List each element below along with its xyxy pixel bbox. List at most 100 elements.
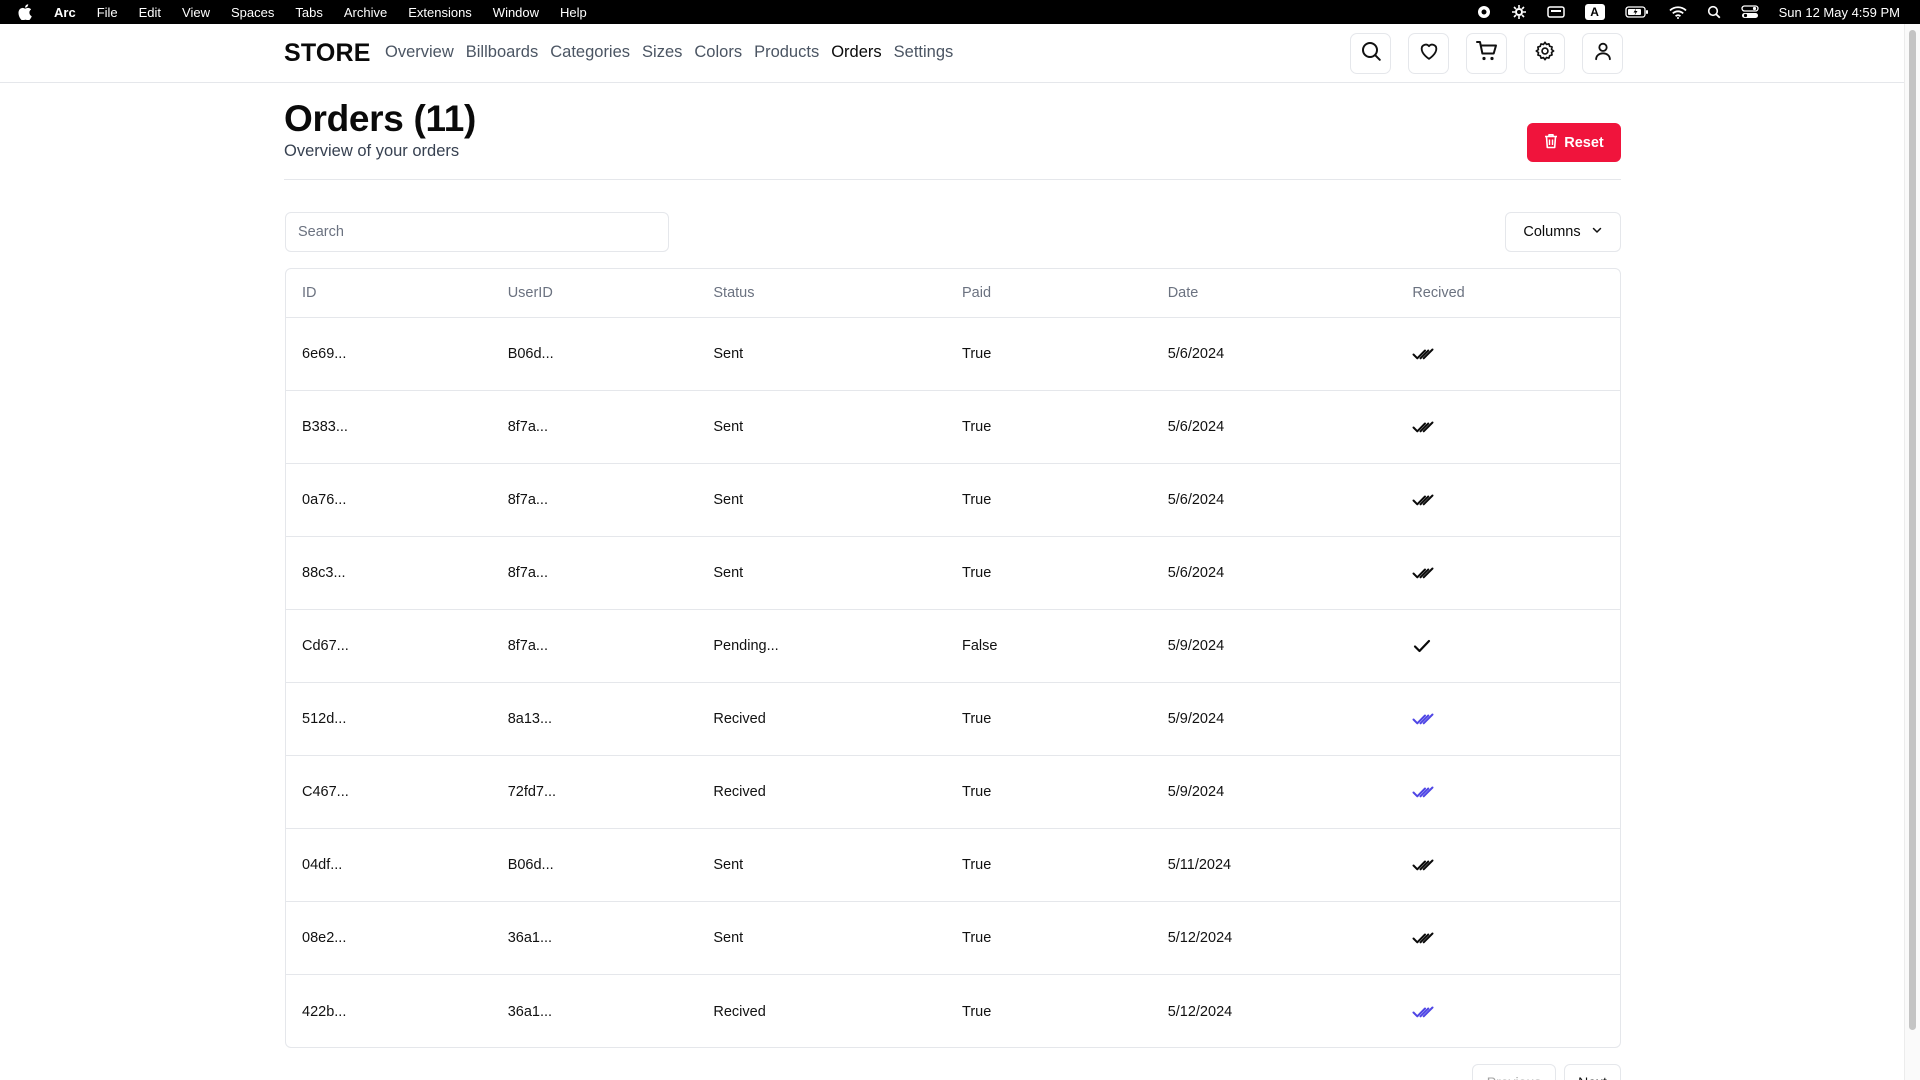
settings-button[interactable] [1524,33,1565,74]
menu-file[interactable]: File [97,5,118,20]
wifi-icon[interactable] [1668,5,1687,19]
table-row[interactable]: 04df... B06d... Sent True 5/11/2024 [286,829,1620,902]
cell-paid: True [962,930,992,946]
nav-orders[interactable]: Orders [831,43,881,62]
table-body: 6e69... B06d... Sent True 5/6/2024 B383... 8f7… [286,318,1620,1047]
nav-billboards[interactable]: Billboards [466,43,538,62]
extension-gear-icon[interactable] [1511,4,1527,20]
heart-icon [1418,40,1440,67]
menu-spaces[interactable]: Spaces [231,5,274,20]
double-check-icon[interactable] [1412,931,1620,945]
cell-paid: True [962,492,992,508]
cell-date: 5/6/2024 [1167,492,1225,508]
cell-userid: 8f7a... [507,565,548,581]
search-input[interactable] [285,212,669,252]
cell-status: Sent [713,565,744,581]
table-row[interactable]: 512d... 8a13... Recived True 5/9/2024 [286,683,1620,756]
menu-view[interactable]: View [182,5,210,20]
next-page-button[interactable]: Next [1564,1064,1621,1080]
reset-button[interactable]: Reset [1527,123,1621,162]
menu-tabs[interactable]: Tabs [295,5,322,20]
cell-paid: True [962,565,992,581]
double-check-received-icon[interactable] [1412,1005,1620,1019]
nav-sizes[interactable]: Sizes [642,43,682,62]
double-check-icon[interactable] [1412,858,1620,872]
page-title: Orders (11) [284,98,477,139]
nav-overview[interactable]: Overview [385,43,454,62]
double-check-icon[interactable] [1412,493,1620,507]
cell-paid: True [962,419,992,435]
previous-page-button[interactable]: Previous [1472,1064,1556,1080]
double-check-icon[interactable] [1412,347,1620,361]
cell-userid: 36a1... [507,930,553,946]
cell-status: Recived [713,784,766,800]
column-header-id[interactable]: ID [286,285,492,301]
cell-received [1402,1005,1620,1019]
cell-id: 422b... [302,1003,347,1020]
column-header-status[interactable]: Status [697,285,946,301]
table-row[interactable]: Cd67... 8f7a... Pending... False 5/9/2024 [286,610,1620,683]
menu-archive[interactable]: Archive [344,5,387,20]
cell-date: 5/6/2024 [1167,565,1225,581]
control-center-icon[interactable] [1740,5,1759,19]
menu-app-name[interactable]: Arc [54,5,76,20]
page-scrollbar[interactable] [1904,24,1920,1080]
account-button[interactable] [1582,33,1623,74]
keyboard-input-icon[interactable]: A [1584,4,1605,20]
column-header-userid[interactable]: UserID [492,285,698,301]
menu-help[interactable]: Help [560,5,587,20]
header-divider [284,179,1621,180]
nav-products[interactable]: Products [754,43,819,62]
cell-userid: 72fd7... [507,784,557,800]
column-header-date[interactable]: Date [1152,285,1403,301]
battery-icon[interactable] [1624,6,1649,18]
display-icon[interactable] [1546,6,1565,18]
columns-dropdown-button[interactable]: Columns [1505,212,1621,252]
cell-userid: 8f7a... [507,638,548,654]
table-row[interactable]: 88c3... 8f7a... Sent True 5/6/2024 [286,537,1620,610]
spotlight-search-icon[interactable] [1707,5,1721,19]
table-row[interactable]: 6e69... B06d... Sent True 5/6/2024 [286,318,1620,391]
cell-id: 6e69... [302,346,347,362]
store-navbar: STORE Overview Billboards Categories Siz… [0,24,1904,83]
store-logo[interactable]: STORE [284,39,371,68]
record-icon[interactable] [1477,5,1491,19]
check-icon[interactable] [1412,638,1620,654]
nav-settings[interactable]: Settings [894,43,954,62]
menu-edit[interactable]: Edit [139,5,161,20]
cell-id: 0a76... [302,492,347,508]
cell-received [1402,347,1620,361]
table-row[interactable]: B383... 8f7a... Sent True 5/6/2024 [286,391,1620,464]
wishlist-button[interactable] [1408,33,1449,74]
cell-paid: True [962,346,992,362]
column-header-paid[interactable]: Paid [946,285,1152,301]
double-check-icon[interactable] [1412,566,1620,580]
cell-id: 512d... [302,711,347,727]
gear-icon [1534,40,1556,67]
apple-logo-icon[interactable] [18,4,36,20]
cell-date: 5/12/2024 [1167,1003,1233,1020]
column-header-received[interactable]: Recived [1402,285,1620,301]
chevron-down-icon [1591,224,1603,240]
table-row[interactable]: 422b... 36a1... Recived True 5/12/2024 [286,975,1620,1047]
table-row[interactable]: 0a76... 8f7a... Sent True 5/6/2024 [286,464,1620,537]
double-check-icon[interactable] [1412,420,1620,434]
double-check-received-icon[interactable] [1412,712,1620,726]
nav-colors[interactable]: Colors [694,43,742,62]
menu-extensions[interactable]: Extensions [408,5,472,20]
cell-id: 88c3... [302,565,346,581]
nav-categories[interactable]: Categories [550,43,630,62]
double-check-received-icon[interactable] [1412,785,1620,799]
shopping-cart-icon [1475,40,1499,67]
table-row[interactable]: C467... 72fd7... Recived True 5/9/2024 [286,756,1620,829]
trash-icon [1544,133,1558,153]
scrollbar-thumb[interactable] [1909,30,1916,1030]
reset-label: Reset [1564,134,1604,151]
search-button[interactable] [1350,33,1391,74]
cart-button[interactable] [1466,33,1507,74]
table-row[interactable]: 08e2... 36a1... Sent True 5/12/2024 [286,902,1620,975]
header-actions [1350,33,1623,74]
menubar-clock[interactable]: Sun 12 May 4:59 PM [1779,5,1900,20]
cell-userid: 8a13... [507,711,553,727]
menu-window[interactable]: Window [493,5,539,20]
